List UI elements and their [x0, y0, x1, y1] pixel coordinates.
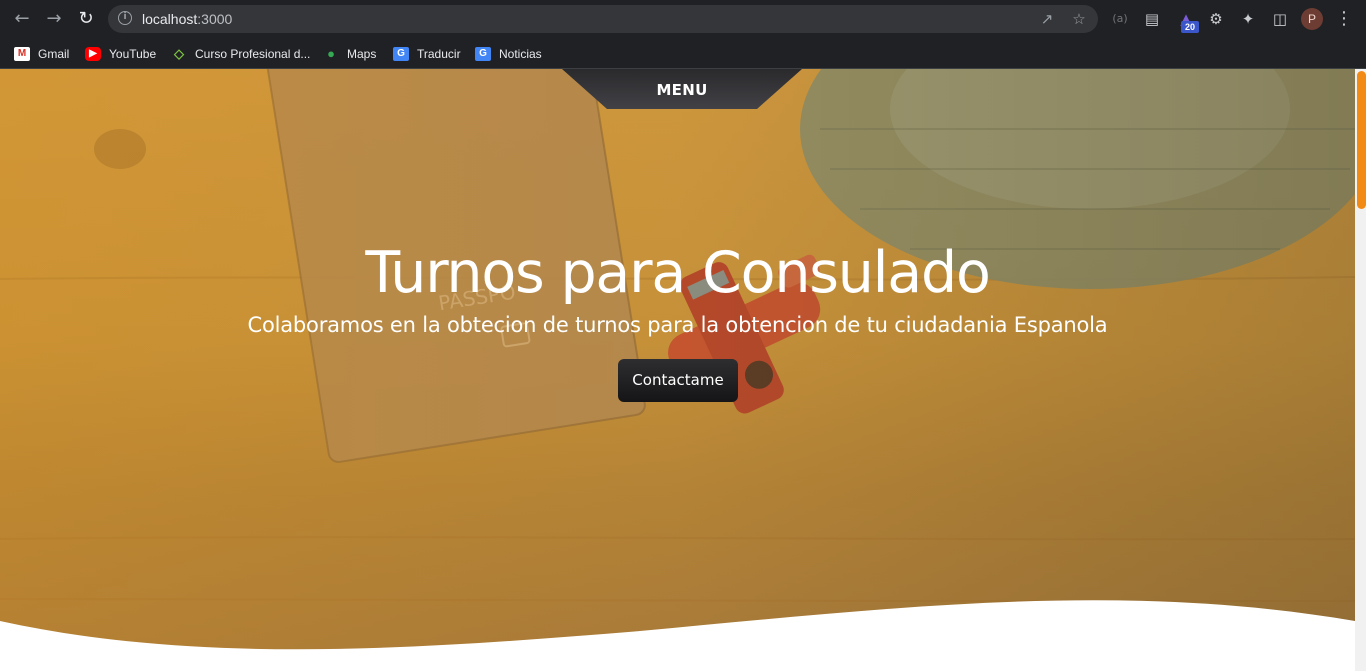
menu-button[interactable]: MENU [562, 69, 802, 109]
bookmark-traducir[interactable]: G Traducir [393, 45, 461, 63]
side-panel-icon[interactable]: ◫ [1270, 9, 1290, 29]
address-bar[interactable]: i localhost:3000 ↗ ☆ [108, 5, 1098, 33]
extension-icon[interactable]: (a) [1110, 9, 1130, 29]
scrollbar-thumb[interactable] [1357, 71, 1366, 209]
share-icon[interactable]: ↗ [1038, 10, 1056, 28]
back-button[interactable]: ← [10, 8, 34, 30]
bookmark-label: Noticias [499, 47, 542, 61]
contact-button[interactable]: Contactame [618, 359, 738, 402]
bookmark-noticias[interactable]: G Noticias [475, 45, 542, 63]
extension-badge: 20 [1181, 21, 1199, 33]
bookmark-youtube[interactable]: ▶ YouTube [85, 45, 156, 63]
youtube-icon: ▶ [85, 47, 101, 61]
bookmarks-bar: M Gmail ▶ YouTube ◇ Curso Profesional d.… [0, 38, 1366, 69]
gear-icon[interactable]: ⚙ [1206, 9, 1226, 29]
browser-toolbar: ← → ↻ i localhost:3000 ↗ ☆ (a) ▤ ▲ 20 ⚙ … [0, 0, 1366, 38]
star-icon[interactable]: ☆ [1070, 10, 1088, 28]
hero-section: PASSPO [0, 69, 1355, 671]
bookmark-label: YouTube [109, 47, 157, 61]
hero-title: Turnos para Consulado [365, 240, 991, 306]
bookmark-maps[interactable]: ● Maps [323, 45, 376, 63]
maps-icon: ● [327, 46, 335, 61]
bookmark-curso[interactable]: ◇ Curso Profesional d... [171, 45, 310, 63]
course-icon: ◇ [174, 46, 184, 61]
wave-divider [0, 600, 1355, 671]
bookmark-label: Gmail [38, 47, 70, 61]
info-icon[interactable]: i [118, 11, 132, 25]
kebab-menu-icon[interactable]: ⋮ [1334, 9, 1354, 29]
bookmark-label: Maps [347, 47, 377, 61]
profile-avatar[interactable]: P [1301, 8, 1323, 30]
bookmark-label: Curso Profesional d... [195, 47, 311, 61]
forward-button[interactable]: → [42, 8, 66, 30]
bookmark-label: Traducir [417, 47, 461, 61]
puzzle-icon[interactable]: ✦ [1238, 9, 1258, 29]
gmail-icon: M [14, 47, 30, 61]
url-text[interactable]: localhost:3000 [142, 11, 232, 27]
reload-button[interactable]: ↻ [74, 8, 98, 30]
hero-subtitle: Colaboramos en la obtecion de turnos par… [247, 313, 1108, 337]
translate-icon: G [393, 47, 409, 61]
news-icon: G [475, 47, 491, 61]
page-viewport: PASSPO [0, 69, 1366, 671]
bookmark-gmail[interactable]: M Gmail [14, 45, 69, 63]
notes-extension-icon[interactable]: ▤ [1142, 9, 1162, 29]
menu-label: MENU [656, 81, 708, 99]
